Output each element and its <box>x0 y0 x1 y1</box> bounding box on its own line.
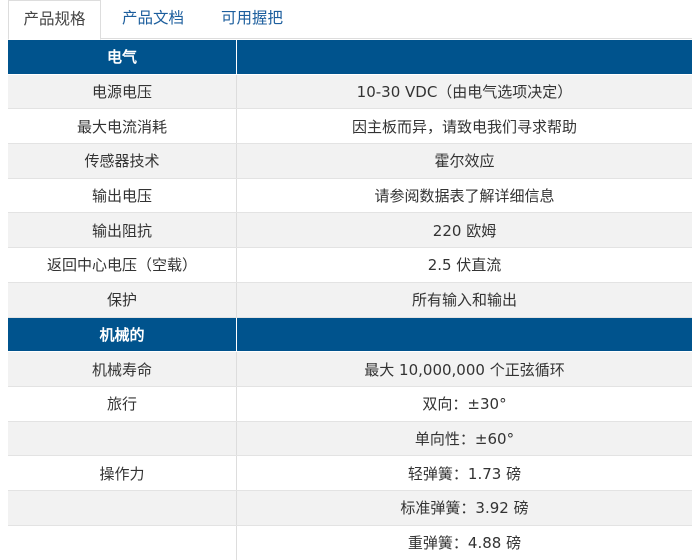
spec-label: 输出电压 <box>8 178 237 213</box>
section-header-mechanical: 机械的 <box>8 317 692 353</box>
section-header-electrical: 电气 <box>8 40 692 75</box>
section-title: 机械的 <box>8 317 237 352</box>
spec-label: 机械寿命 <box>8 352 237 386</box>
table-row: 机械寿命 最大 10,000,000 个正弦循环 <box>8 352 692 387</box>
table-row: 标准弹簧：3.92 磅 <box>8 490 692 526</box>
spec-label: 电源电压 <box>8 74 237 109</box>
spec-value: 10-30 VDC（由电气选项决定） <box>356 83 573 102</box>
spec-value: 220 欧姆 <box>432 221 497 240</box>
spec-value: 最大 10,000,000 个正弦循环 <box>364 360 565 379</box>
spec-value: 请参阅数据表了解详细信息 <box>374 187 555 206</box>
table-row: 最大电流消耗 因主板而异，请致电我们寻求帮助 <box>8 109 692 145</box>
tab-bar: 产品规格 产品文档 可用握把 <box>0 0 692 40</box>
table-row: 保护 所有输入和输出 <box>8 282 692 318</box>
table-row: 重弹簧：4.88 磅 <box>8 525 692 560</box>
spec-label: 输出阻抗 <box>8 213 237 248</box>
tab-product-docs[interactable]: 产品文档 <box>122 0 184 38</box>
spec-value: 重弹簧：4.88 磅 <box>407 534 522 553</box>
tab-divider <box>8 38 692 39</box>
spec-value: 单向性：±60° <box>414 429 515 448</box>
spec-label: 旅行 <box>8 386 237 421</box>
spec-value: 因主板而异，请致电我们寻求帮助 <box>351 117 577 136</box>
spec-value: 标准弹簧：3.92 磅 <box>400 499 529 518</box>
spec-value: 所有输入和输出 <box>411 291 517 310</box>
spec-label: 保护 <box>8 282 237 317</box>
table-row: 电源电压 10-30 VDC（由电气选项决定） <box>8 74 692 110</box>
spec-label: 返回中心电压（空载） <box>8 248 237 282</box>
spec-label: 操作力 <box>8 456 237 490</box>
tab-available-grips[interactable]: 可用握把 <box>221 0 283 38</box>
spec-value: 霍尔效应 <box>434 152 495 171</box>
table-row: 输出电压 请参阅数据表了解详细信息 <box>8 178 692 214</box>
spec-value: 轻弹簧：1.73 磅 <box>407 464 522 483</box>
tab-product-specs[interactable]: 产品规格 <box>8 0 101 40</box>
spec-table: 电气 电源电压 10-30 VDC（由电气选项决定） 最大电流消耗 因主板而异，… <box>8 40 692 560</box>
table-row: 传感器技术 霍尔效应 <box>8 144 692 179</box>
table-row: 返回中心电压（空载） 2.5 伏直流 <box>8 248 692 283</box>
section-title: 电气 <box>8 40 237 74</box>
table-row: 单向性：±60° <box>8 421 692 457</box>
spec-label: 最大电流消耗 <box>8 109 237 144</box>
table-row: 旅行 双向：±30° <box>8 386 692 422</box>
table-row: 操作力 轻弹簧：1.73 磅 <box>8 456 692 491</box>
spec-label: 传感器技术 <box>8 144 237 178</box>
spec-value: 双向：±30° <box>422 395 507 414</box>
table-row: 输出阻抗 220 欧姆 <box>8 213 692 249</box>
spec-value: 2.5 伏直流 <box>427 256 502 275</box>
